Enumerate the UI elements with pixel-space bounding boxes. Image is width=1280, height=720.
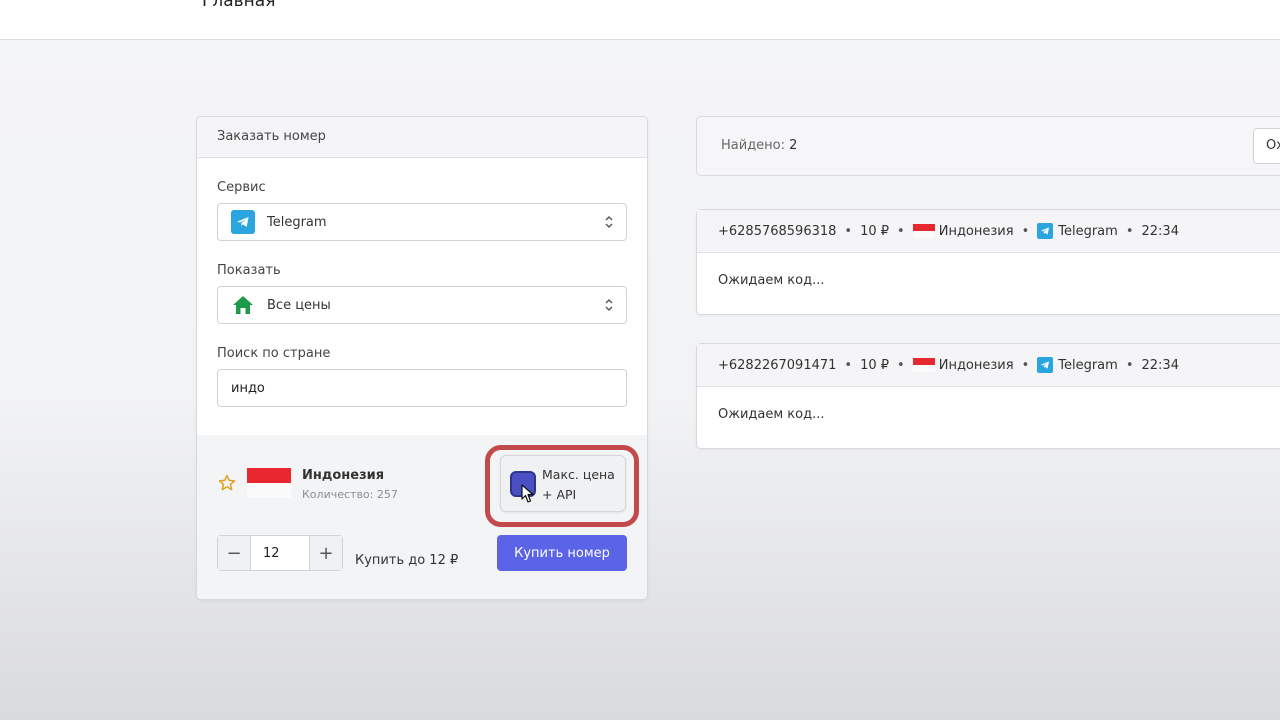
chevron-updown-icon: [605, 216, 613, 228]
quantity-input[interactable]: 12: [251, 536, 309, 570]
order-time: 22:34: [1141, 357, 1179, 373]
country-name: Индонезия: [302, 468, 385, 483]
order-item: +6282267091471 • 10 ₽ • Индонезия • Tele…: [696, 343, 1280, 449]
order-item-header: +6282267091471 • 10 ₽ • Индонезия • Tele…: [697, 344, 1280, 387]
telegram-icon: [231, 210, 255, 234]
order-item: +6285768596318 • 10 ₽ • Индонезия • Tele…: [696, 209, 1280, 315]
country-search-input[interactable]: индо: [217, 369, 627, 407]
order-country: Индонезия: [938, 357, 1014, 373]
country-row: Индонезия Количество: 257 Макс. цена + A…: [197, 435, 647, 599]
found-count: 2: [789, 138, 798, 153]
chevron-updown-icon: [605, 299, 613, 311]
country-quantity: Количество: 257: [302, 488, 398, 501]
show-value: Все цены: [267, 297, 331, 313]
order-service: Telegram: [1058, 357, 1118, 373]
indonesia-flag-icon: [912, 358, 935, 372]
decrement-button[interactable]: −: [218, 536, 251, 570]
order-number-card: Заказать номер Сервис Telegram Показать …: [196, 116, 648, 600]
show-label: Показать: [217, 263, 281, 278]
order-price: 10 ₽: [860, 357, 890, 373]
service-value: Telegram: [267, 214, 327, 230]
order-card-title: Заказать номер: [197, 117, 647, 158]
service-label: Сервис: [217, 180, 266, 195]
max-price-api-button[interactable]: Макс. цена + API: [500, 455, 626, 512]
service-select[interactable]: Telegram: [217, 203, 627, 241]
star-icon[interactable]: [218, 474, 236, 492]
found-bar: Найдено: 2 Ох: [696, 116, 1280, 176]
api-label-line2: + API: [542, 487, 577, 502]
buy-number-button[interactable]: Купить номер: [497, 535, 627, 571]
page-title: Главная: [202, 0, 276, 11]
quantity-stepper: − 12 +: [217, 535, 343, 571]
show-select[interactable]: Все цены: [217, 286, 627, 324]
api-label-line1: Макс. цена: [542, 467, 615, 482]
order-service: Telegram: [1058, 223, 1118, 239]
found-label: Найдено:: [721, 138, 786, 153]
top-bar: Главная: [0, 0, 1280, 40]
order-time: 22:34: [1141, 223, 1179, 239]
increment-button[interactable]: +: [309, 536, 342, 570]
country-search-label: Поиск по стране: [217, 346, 331, 361]
order-status: Ожидаем код...: [718, 273, 825, 288]
telegram-icon: [1037, 223, 1054, 239]
indonesia-flag-icon: [247, 468, 291, 498]
clear-button[interactable]: Ох: [1253, 128, 1280, 164]
order-phone[interactable]: +6285768596318: [718, 224, 836, 239]
order-status: Ожидаем код...: [718, 407, 825, 422]
order-item-header: +6285768596318 • 10 ₽ • Индонезия • Tele…: [697, 210, 1280, 253]
mouse-cursor-icon: [521, 484, 534, 503]
order-price: 10 ₽: [860, 223, 890, 239]
order-phone[interactable]: +6282267091471: [718, 358, 836, 373]
buy-upto-text: Купить до 12 ₽: [355, 553, 459, 568]
indonesia-flag-icon: [912, 224, 935, 238]
home-icon: [231, 293, 255, 317]
telegram-icon: [1037, 357, 1054, 373]
order-country: Индонезия: [938, 223, 1014, 239]
